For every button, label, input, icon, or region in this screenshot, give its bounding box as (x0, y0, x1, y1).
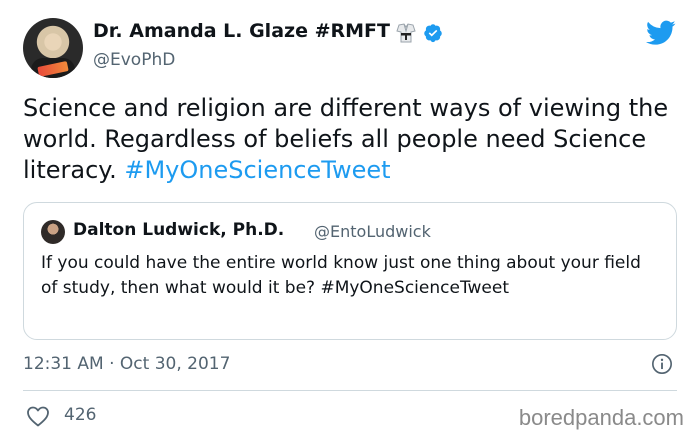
tweet-body: Science and religion are different ways … (23, 93, 683, 186)
tweet-hashtag-link[interactable]: #MyOneScienceTweet (124, 156, 390, 184)
watermark: boredpanda.com (518, 405, 684, 430)
tweet-card: Dr. Amanda L. Glaze #RMFT @EvoPhD Scienc… (0, 0, 700, 443)
quoted-tweet-card[interactable]: Dalton Ludwick, Ph.D. @EntoLudwick If yo… (23, 202, 677, 340)
martial-arts-uniform-icon (396, 23, 416, 43)
verified-badge-icon (424, 24, 442, 43)
quoted-author-name: Dalton Ludwick, Ph.D. (73, 220, 285, 240)
quoted-author-avatar (41, 220, 65, 244)
tweet-timestamp[interactable]: 12:31 AM · Oct 30, 2017 (23, 354, 230, 374)
twitter-bird-icon[interactable] (646, 20, 676, 46)
author-avatar[interactable] (23, 18, 83, 78)
author-handle[interactable]: @EvoPhD (93, 50, 175, 70)
divider (23, 390, 677, 391)
quoted-tweet-text: If you could have the entire world know … (41, 253, 641, 298)
quoted-author-handle: @EntoLudwick (314, 222, 431, 241)
info-icon[interactable] (651, 353, 673, 375)
author-name[interactable]: Dr. Amanda L. Glaze #RMFT (93, 20, 390, 42)
heart-icon[interactable] (26, 405, 50, 427)
like-count: 426 (64, 405, 97, 425)
